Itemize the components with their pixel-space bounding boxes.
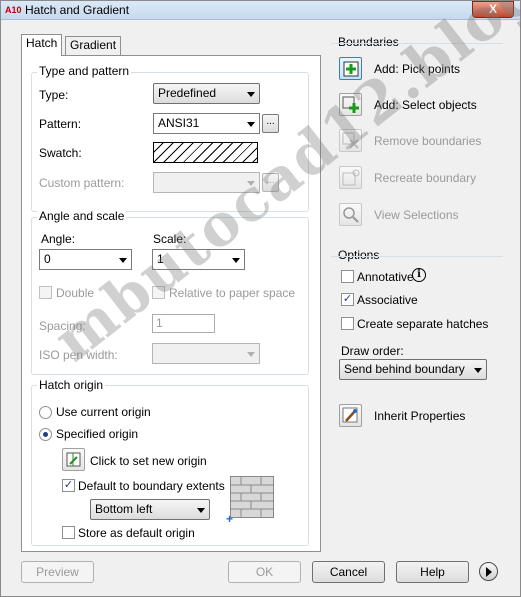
add-select-objects-label: Add: Select objects bbox=[374, 98, 477, 112]
title-bar[interactable]: A10 Hatch and Gradient X bbox=[1, 1, 520, 20]
type-dropdown[interactable]: Predefined bbox=[153, 83, 260, 104]
pick-points-icon bbox=[343, 61, 359, 77]
specified-origin-label: Specified origin bbox=[56, 427, 139, 441]
draw-order-dropdown[interactable]: Send behind boundary bbox=[339, 359, 487, 380]
iso-pen-width-label: ISO pen width: bbox=[39, 348, 118, 362]
relative-paper-space-label: Relative to paper space bbox=[169, 286, 296, 300]
preview-button[interactable]: Preview bbox=[21, 561, 94, 583]
scale-dropdown[interactable]: 1 bbox=[152, 249, 245, 270]
type-label: Type: bbox=[39, 88, 69, 102]
scale-value: 1 bbox=[157, 252, 164, 266]
angle-label: Angle: bbox=[41, 232, 76, 246]
origin-preview bbox=[230, 476, 274, 518]
angle-value: 0 bbox=[44, 252, 51, 266]
boundaries-title: Boundaries bbox=[338, 35, 399, 49]
use-current-origin-radio[interactable] bbox=[39, 406, 52, 419]
hatch-origin-title: Hatch origin bbox=[37, 378, 106, 392]
paintbrush-icon bbox=[342, 407, 358, 423]
annotative-checkbox[interactable] bbox=[341, 270, 354, 283]
info-icon[interactable]: i bbox=[412, 268, 426, 282]
pattern-swatch[interactable] bbox=[153, 142, 258, 163]
pattern-dropdown[interactable]: ANSI31 bbox=[153, 113, 260, 134]
autocad-icon: A10 bbox=[5, 5, 22, 15]
chevron-down-icon bbox=[247, 352, 255, 357]
set-origin-button[interactable] bbox=[62, 448, 85, 471]
tab-hatch[interactable]: Hatch bbox=[21, 34, 63, 56]
remove-boundaries-icon bbox=[342, 132, 359, 149]
brick-pattern-icon bbox=[231, 477, 273, 517]
draw-order-label: Draw order: bbox=[341, 344, 404, 358]
click-to-set-origin-label: Click to set new origin bbox=[90, 454, 207, 468]
ok-button[interactable]: OK bbox=[228, 561, 301, 583]
draw-order-value: Send behind boundary bbox=[344, 362, 465, 376]
remove-boundaries-label: Remove boundaries bbox=[374, 134, 482, 148]
type-value: Predefined bbox=[158, 86, 217, 100]
separate-hatches-checkbox[interactable] bbox=[341, 317, 354, 330]
associative-label: Associative bbox=[357, 293, 418, 307]
origin-position-dropdown[interactable]: Bottom left bbox=[90, 499, 210, 520]
type-and-pattern-title: Type and pattern bbox=[37, 64, 132, 78]
store-default-origin-checkbox[interactable] bbox=[62, 526, 75, 539]
relative-paper-space-checkbox[interactable] bbox=[152, 286, 165, 299]
associative-checkbox[interactable]: ✓ bbox=[341, 293, 354, 306]
chevron-down-icon bbox=[247, 92, 255, 97]
options-divider bbox=[331, 256, 503, 257]
options-title: Options bbox=[338, 248, 380, 262]
default-boundary-extents-label: Default to boundary extents bbox=[78, 479, 225, 493]
add-pick-points-label: Add: Pick points bbox=[374, 62, 461, 76]
angle-and-scale-title: Angle and scale bbox=[37, 209, 127, 223]
double-label: Double bbox=[56, 286, 95, 300]
recreate-boundary-button[interactable] bbox=[339, 166, 362, 189]
default-boundary-extents-checkbox[interactable]: ✓ bbox=[62, 479, 75, 492]
specified-origin-radio[interactable] bbox=[39, 428, 52, 441]
inherit-properties-button[interactable] bbox=[339, 404, 362, 427]
add-pick-points-button[interactable] bbox=[339, 57, 362, 80]
help-button[interactable]: Help bbox=[396, 561, 469, 583]
origin-position-value: Bottom left bbox=[95, 502, 153, 516]
angle-dropdown[interactable]: 0 bbox=[39, 249, 132, 270]
chevron-down-icon bbox=[197, 508, 205, 513]
separate-hatches-label: Create separate hatches bbox=[357, 317, 489, 331]
scale-label: Scale: bbox=[153, 232, 187, 246]
expand-more-options-button[interactable] bbox=[479, 562, 498, 581]
recreate-boundary-label: Recreate boundary bbox=[374, 171, 477, 185]
chevron-down-icon bbox=[474, 368, 482, 373]
boundaries-divider bbox=[331, 43, 503, 44]
recreate-boundary-icon bbox=[342, 169, 360, 186]
add-select-objects-button[interactable] bbox=[339, 93, 362, 116]
custom-pattern-label: Custom pattern: bbox=[39, 176, 125, 190]
custom-pattern-dropdown[interactable] bbox=[153, 172, 260, 193]
select-objects-icon bbox=[342, 96, 359, 113]
pattern-value: ANSI31 bbox=[158, 116, 200, 130]
view-selections-label: View Selections bbox=[374, 208, 459, 222]
close-button[interactable]: X bbox=[472, 1, 514, 18]
remove-boundaries-button[interactable] bbox=[339, 129, 362, 152]
store-default-origin-label: Store as default origin bbox=[78, 526, 195, 540]
swatch-label: Swatch: bbox=[39, 146, 82, 160]
view-selections-button[interactable] bbox=[339, 203, 362, 226]
annotative-label: Annotative bbox=[357, 270, 414, 284]
pattern-label: Pattern: bbox=[39, 117, 82, 131]
cancel-button[interactable]: Cancel bbox=[312, 561, 385, 583]
tab-gradient[interactable]: Gradient bbox=[65, 36, 122, 55]
set-origin-icon bbox=[66, 452, 81, 467]
use-current-origin-label: Use current origin bbox=[56, 405, 151, 419]
pattern-browse-button[interactable]: ... bbox=[262, 114, 279, 133]
iso-pen-width-dropdown[interactable] bbox=[152, 343, 260, 364]
window-title: Hatch and Gradient bbox=[25, 3, 130, 17]
chevron-down-icon bbox=[119, 258, 127, 263]
custom-pattern-browse-button[interactable]: ... bbox=[262, 173, 279, 192]
chevron-down-icon bbox=[247, 181, 255, 186]
origin-marker-icon: + bbox=[226, 512, 234, 526]
chevron-down-icon bbox=[247, 122, 255, 127]
chevron-down-icon bbox=[232, 258, 240, 263]
hatch-tab-panel: Type and pattern Type: Predefined Patter… bbox=[21, 55, 321, 552]
double-checkbox[interactable] bbox=[39, 286, 52, 299]
hatch-gradient-dialog: A10 Hatch and Gradient X Hatch Gradient … bbox=[0, 0, 521, 597]
magnifier-icon bbox=[343, 207, 359, 223]
spacing-input[interactable]: 1 bbox=[152, 314, 215, 333]
inherit-properties-label: Inherit Properties bbox=[374, 409, 466, 423]
spacing-label: Spacing: bbox=[39, 319, 86, 333]
